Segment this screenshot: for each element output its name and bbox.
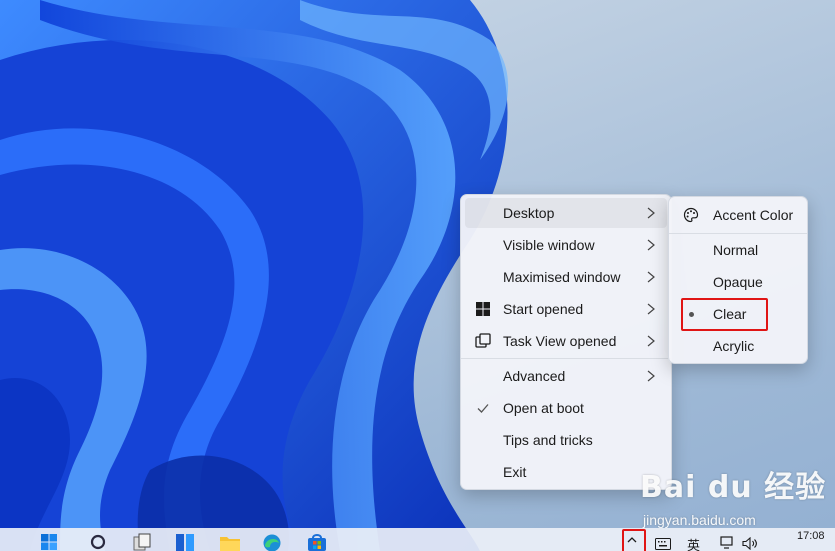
highlight-box-clear (681, 298, 768, 331)
submenu-item-opaque[interactable]: Opaque (673, 267, 803, 297)
menu-item-label: Tips and tricks (503, 432, 593, 448)
menu-item-start-opened[interactable]: Start opened (465, 294, 667, 324)
submenu-item-label: Opaque (713, 274, 763, 290)
widgets-icon[interactable] (175, 533, 195, 551)
submenu-item-label: Normal (713, 242, 759, 258)
chevron-right-icon (647, 335, 655, 347)
task-view-icon[interactable] (133, 533, 153, 551)
submenu-item-label: Accent Color (713, 207, 794, 223)
chevron-right-icon (647, 370, 655, 382)
input-language-indicator[interactable]: 英 (687, 535, 700, 551)
task-view-icon (475, 333, 491, 348)
menu-item-open-at-boot[interactable]: Open at boot (465, 393, 667, 423)
watermark-logo: Bai du 经验 (640, 470, 827, 505)
submenu-item-accent-color[interactable]: Accent Color (673, 200, 803, 230)
volume-icon[interactable] (742, 537, 758, 550)
menu-item-label: Maximised window (503, 269, 621, 285)
checkmark-icon (477, 404, 489, 413)
clock-time[interactable]: 17:08 (797, 530, 825, 542)
chevron-right-icon (647, 271, 655, 283)
windows-logo-icon (476, 302, 490, 316)
desktop-submenu: Accent Color Normal Opaque Clear Acrylic (668, 196, 808, 364)
menu-item-exit[interactable]: Exit (465, 457, 667, 487)
menu-separator (669, 233, 807, 234)
menu-item-label: Advanced (503, 368, 566, 384)
start-button-icon[interactable] (40, 533, 58, 551)
menu-item-tips-and-tricks[interactable]: Tips and tricks (465, 425, 667, 455)
menu-item-label: Desktop (503, 205, 555, 221)
chevron-right-icon (647, 303, 655, 315)
submenu-item-acrylic[interactable]: Acrylic (673, 331, 803, 361)
menu-item-task-view-opened[interactable]: Task View opened (465, 326, 667, 356)
menu-item-maximised-window[interactable]: Maximised window (465, 262, 667, 292)
edge-browser-icon[interactable] (262, 533, 282, 551)
watermark-url: jingyan.baidu.com (643, 512, 756, 528)
menu-item-advanced[interactable]: Advanced (465, 361, 667, 391)
network-icon[interactable] (720, 536, 736, 550)
store-icon[interactable] (306, 533, 328, 551)
submenu-item-label: Acrylic (713, 338, 755, 354)
menu-item-label: Visible window (503, 237, 595, 253)
chevron-right-icon (647, 207, 655, 219)
baidu-watermark: Bai du 经验 jingyan.baidu.com (640, 462, 827, 528)
menu-item-label: Task View opened (503, 333, 617, 349)
chevron-right-icon (647, 239, 655, 251)
menu-item-label: Start opened (503, 301, 584, 317)
menu-item-label: Exit (503, 464, 527, 480)
chevron-up-icon[interactable] (626, 535, 638, 545)
submenu-item-normal[interactable]: Normal (673, 235, 803, 265)
taskbar (0, 528, 835, 551)
context-menu: Desktop Visible window Maximised window … (460, 194, 672, 490)
file-explorer-icon[interactable] (219, 533, 241, 551)
menu-item-desktop[interactable]: Desktop (465, 198, 667, 228)
keyboard-icon[interactable] (655, 538, 671, 550)
menu-separator (461, 358, 671, 359)
desktop: Desktop Visible window Maximised window … (0, 0, 835, 551)
palette-icon (683, 207, 699, 223)
search-icon[interactable] (89, 533, 107, 551)
menu-item-visible-window[interactable]: Visible window (465, 230, 667, 260)
menu-item-label: Open at boot (503, 400, 584, 416)
